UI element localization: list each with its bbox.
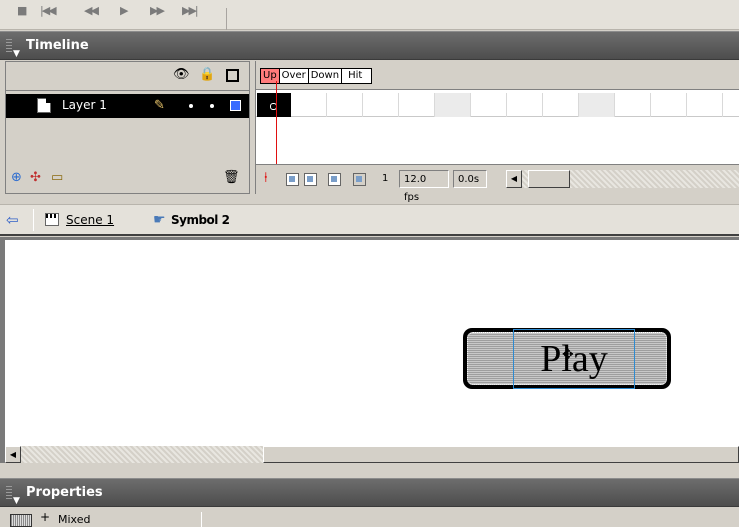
scene-icon xyxy=(45,213,59,226)
frame-cell[interactable] xyxy=(399,93,435,117)
frame-status-bar: ⍿ 1 12.0 fps 0.0s ◀ xyxy=(256,164,739,203)
stage-scroll-track[interactable]: ◀ xyxy=(5,446,739,463)
frame-cell[interactable] xyxy=(363,93,399,117)
properties-panel-header[interactable]: ▼ Properties xyxy=(0,478,739,507)
layer-name[interactable]: Layer 1 xyxy=(62,98,107,112)
layer-row[interactable]: Layer 1 ✎ xyxy=(6,94,249,118)
layer-color-swatch[interactable] xyxy=(230,100,241,111)
modify-onion-markers-icon[interactable] xyxy=(353,173,366,186)
timeline-frames: Up Over Down Hit ⍿ 1 12.0 fps 0.0s ◀ xyxy=(255,61,739,203)
frame-header: Up Over Down Hit xyxy=(256,61,739,90)
panel-grip-icon[interactable] xyxy=(6,39,12,53)
onion-skin-outlines-icon[interactable] xyxy=(304,173,317,186)
properties-type-label: Mixed xyxy=(58,513,91,526)
frame-rate: 12.0 fps xyxy=(399,170,449,203)
frame-cell[interactable] xyxy=(579,93,615,117)
play-icon[interactable]: ▶ xyxy=(120,4,129,17)
frame-cell[interactable] xyxy=(651,93,687,117)
timeline-title: Timeline xyxy=(26,38,89,53)
step-forward-icon[interactable]: ▶▶ xyxy=(150,4,165,17)
state-down-label[interactable]: Down xyxy=(308,69,343,83)
move-cursor-icon: ✥ xyxy=(562,347,574,363)
current-frame: 1 xyxy=(376,170,395,188)
transport-toolbar: ■ |◀◀ ◀◀ ▶ ▶▶ ▶▶| xyxy=(0,0,739,30)
scroll-left-icon[interactable]: ◀ xyxy=(506,170,522,188)
state-over-label[interactable]: Over xyxy=(279,69,309,83)
properties-body: + Mixed xyxy=(0,508,739,527)
layer-controls: ⊕ ✣ ▭ 🗑 xyxy=(6,165,249,193)
center-frame-icon[interactable]: ⍿ xyxy=(264,170,268,186)
button-text-box[interactable]: Play xyxy=(513,329,635,389)
playhead[interactable] xyxy=(276,81,277,169)
layer-list: 👁 🔒 Layer 1 ✎ ⊕ ✣ ▭ 🗑 xyxy=(5,61,250,194)
frame-cell[interactable] xyxy=(543,93,579,117)
toolbar-separator xyxy=(226,8,227,30)
insert-folder-icon[interactable]: ▭ xyxy=(51,171,63,185)
onion-skin-icon[interactable] xyxy=(286,173,299,186)
keyframe[interactable] xyxy=(257,93,291,117)
stage-area: Play ✥ ◀ xyxy=(0,237,739,463)
lock-dot[interactable] xyxy=(210,104,214,108)
delete-layer-icon[interactable]: 🗑 xyxy=(223,171,240,185)
eye-icon[interactable]: 👁 xyxy=(173,68,190,82)
frame-cell[interactable] xyxy=(615,93,651,117)
frame-cell[interactable] xyxy=(291,93,327,117)
layer-icon xyxy=(37,98,51,113)
forward-to-end-icon[interactable]: ▶▶| xyxy=(182,4,199,17)
add-motion-guide-icon[interactable]: ✣ xyxy=(30,171,41,185)
frame-cell[interactable] xyxy=(687,93,723,117)
elapsed-time: 0.0s xyxy=(453,170,487,188)
pencil-icon: ✎ xyxy=(154,98,165,113)
panel-grip-icon[interactable] xyxy=(6,486,12,500)
frame-cell[interactable] xyxy=(435,93,471,117)
frame-cell[interactable] xyxy=(507,93,543,117)
lock-icon[interactable]: 🔒 xyxy=(199,68,215,82)
visibility-dot[interactable] xyxy=(189,104,193,108)
button-symbol-icon: ☛ xyxy=(153,212,166,228)
frame-cell[interactable] xyxy=(327,93,363,117)
mixed-selection-icon xyxy=(10,514,32,527)
properties-separator xyxy=(201,512,202,527)
play-button-text[interactable]: Play xyxy=(514,336,634,382)
stop-icon[interactable]: ■ xyxy=(17,4,28,17)
insert-layer-icon[interactable]: ⊕ xyxy=(11,171,22,185)
scene-link[interactable]: Scene 1 xyxy=(66,213,114,227)
plus-icon: + xyxy=(40,510,51,524)
edit-bar: ⇦ Scene 1 ☛ Symbol 2 xyxy=(0,204,739,236)
edit-multiple-frames-icon[interactable] xyxy=(328,173,341,186)
scroll-left-icon[interactable]: ◀ xyxy=(5,446,21,463)
stage[interactable]: Play ✥ xyxy=(5,240,739,446)
properties-title: Properties xyxy=(26,485,103,500)
frame-cell[interactable] xyxy=(471,93,507,117)
timeline-scroll-thumb[interactable] xyxy=(528,170,570,188)
symbol-name[interactable]: Symbol 2 xyxy=(171,213,230,227)
stage-scroll-thumb[interactable] xyxy=(263,446,739,463)
step-back-icon[interactable]: ◀◀ xyxy=(84,4,99,17)
timeline-panel-header[interactable]: ▼ Timeline xyxy=(0,31,739,60)
state-hit-label[interactable]: Hit xyxy=(342,69,372,83)
rewind-to-start-icon[interactable]: |◀◀ xyxy=(40,4,57,17)
layer-list-header: 👁 🔒 xyxy=(6,62,249,91)
edit-bar-separator xyxy=(33,209,34,231)
frame-grid[interactable] xyxy=(256,93,739,117)
back-arrow-icon[interactable]: ⇦ xyxy=(6,211,19,229)
outline-icon[interactable] xyxy=(226,69,239,82)
